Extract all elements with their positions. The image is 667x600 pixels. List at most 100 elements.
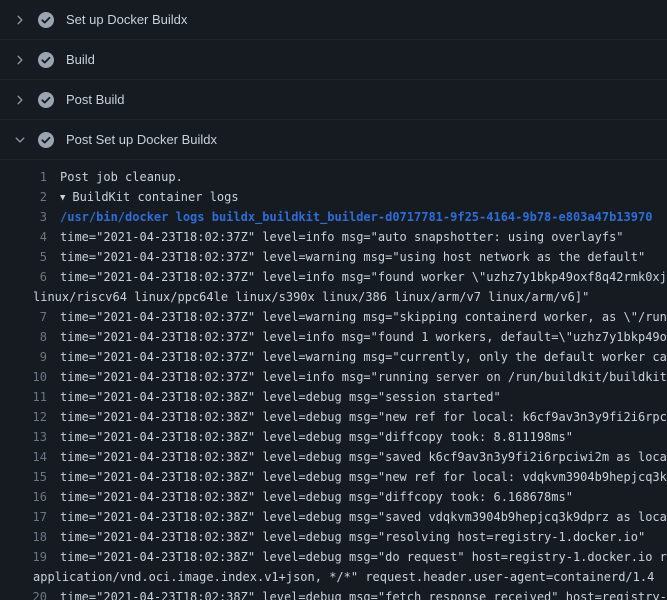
line-number-link[interactable]: 9 [0,347,60,367]
log-line: 16 time="2021-04-23T18:02:38Z" level=deb… [0,487,667,507]
log-text: time="2021-04-23T18:02:37Z" level=warnin… [60,347,667,367]
line-number-link[interactable]: 12 [0,407,60,427]
line-number-link[interactable] [0,567,33,587]
log-text-content: time="2021-04-23T18:02:38Z" level=debug … [60,430,573,444]
line-number-link[interactable]: 5 [0,247,60,267]
log-text-content: time="2021-04-23T18:02:38Z" level=debug … [60,550,667,564]
log-text-content: time="2021-04-23T18:02:37Z" level=warnin… [60,310,667,324]
log-line: 7 time="2021-04-23T18:02:37Z" level=warn… [0,307,667,327]
log-line: 18 time="2021-04-23T18:02:38Z" level=deb… [0,527,667,547]
line-number-link[interactable]: 7 [0,307,60,327]
line-number-link[interactable]: 4 [0,227,60,247]
line-number-link[interactable] [0,287,33,307]
line-number-link[interactable]: 15 [0,467,60,487]
log-text: time="2021-04-23T18:02:37Z" level=info m… [60,367,667,387]
log-text-content: time="2021-04-23T18:02:37Z" level=info m… [60,270,667,284]
log-line: linux/riscv64 linux/ppc64le linux/s390x … [0,287,667,307]
log-text-content: time="2021-04-23T18:02:38Z" level=debug … [60,470,667,484]
line-number-link[interactable]: 17 [0,507,60,527]
line-number-link[interactable]: 10 [0,367,60,387]
log-text-content: application/vnd.oci.image.index.v1+json,… [33,570,654,584]
line-number-link[interactable]: 16 [0,487,60,507]
line-number-link[interactable]: 14 [0,447,60,467]
chevron-right-icon [12,92,28,108]
log-line: 12 time="2021-04-23T18:02:38Z" level=deb… [0,407,667,427]
step-label: Post Build [66,92,125,108]
log-text: time="2021-04-23T18:02:37Z" level=warnin… [60,307,667,327]
log-line: 11 time="2021-04-23T18:02:38Z" level=deb… [0,387,667,407]
log-line: application/vnd.oci.image.index.v1+json,… [0,567,667,587]
log-line: 5 time="2021-04-23T18:02:37Z" level=warn… [0,247,667,267]
success-check-icon [38,92,54,108]
log-text: time="2021-04-23T18:02:38Z" level=debug … [60,427,667,447]
log-text-content: time="2021-04-23T18:02:38Z" level=debug … [60,390,501,404]
log-text: time="2021-04-23T18:02:38Z" level=debug … [60,407,667,427]
log-text-content: BuildKit container logs [72,190,238,204]
step-label: Post Set up Docker Buildx [66,132,217,148]
log-text: time="2021-04-23T18:02:38Z" level=debug … [60,387,667,407]
success-check-icon [38,12,54,28]
group-caret-icon: ▼ [60,188,65,207]
actions-log-viewer: Set up Docker Buildx Build Post Build Po… [0,0,667,600]
log-text-content: time="2021-04-23T18:02:38Z" level=debug … [60,510,667,524]
log-line: 17 time="2021-04-23T18:02:38Z" level=deb… [0,507,667,527]
line-number-link[interactable]: 1 [0,167,60,187]
step-label: Set up Docker Buildx [66,12,187,28]
log-scroll-area[interactable]: 1 Post job cleanup. 2 ▼ BuildKit containe… [0,160,667,600]
log-text: time="2021-04-23T18:02:37Z" level=info m… [60,327,667,347]
step-row[interactable]: Build [0,40,667,80]
log-text: time="2021-04-23T18:02:37Z" level=info m… [60,227,667,247]
log-line: 1 Post job cleanup. [0,167,667,187]
line-number-link[interactable]: 2 [0,187,60,207]
line-number-link[interactable]: 3 [0,207,60,227]
log-line: 6 time="2021-04-23T18:02:37Z" level=info… [0,267,667,287]
log-line: 20 time="2021-04-23T18:02:38Z" level=deb… [0,587,667,600]
line-number-link[interactable]: 20 [0,587,60,600]
log-text: time="2021-04-23T18:02:38Z" level=debug … [60,507,667,527]
log-line: 2 ▼ BuildKit container logs [0,187,667,207]
log-text-content: time="2021-04-23T18:02:38Z" level=debug … [60,490,573,504]
log-line: 8 time="2021-04-23T18:02:37Z" level=info… [0,327,667,347]
log-line: 3 /usr/bin/docker logs buildx_buildkit_b… [0,207,667,227]
line-number-link[interactable]: 18 [0,527,60,547]
line-number-link[interactable]: 11 [0,387,60,407]
log-line: 14 time="2021-04-23T18:02:38Z" level=deb… [0,447,667,467]
log-line: 15 time="2021-04-23T18:02:38Z" level=deb… [0,467,667,487]
log-text-content: time="2021-04-23T18:02:37Z" level=info m… [60,370,667,384]
log-line: 10 time="2021-04-23T18:02:37Z" level=inf… [0,367,667,387]
step-label: Build [66,52,95,68]
log-line: 19 time="2021-04-23T18:02:38Z" level=deb… [0,547,667,567]
log-text: time="2021-04-23T18:02:38Z" level=debug … [60,587,667,600]
line-number-link[interactable]: 8 [0,327,60,347]
log-text-content: time="2021-04-23T18:02:37Z" level=warnin… [60,350,667,364]
log-text-content: time="2021-04-23T18:02:38Z" level=debug … [60,590,667,600]
step-row[interactable]: Post Build [0,80,667,120]
log-text-content: time="2021-04-23T18:02:38Z" level=debug … [60,450,667,464]
log-text: time="2021-04-23T18:02:38Z" level=debug … [60,527,667,547]
log-text-content: time="2021-04-23T18:02:38Z" level=debug … [60,530,645,544]
log-text-content: time="2021-04-23T18:02:37Z" level=info m… [60,230,624,244]
log-text: time="2021-04-23T18:02:38Z" level=debug … [60,467,667,487]
log-text: application/vnd.oci.image.index.v1+json,… [33,567,667,587]
log-text: time="2021-04-23T18:02:37Z" level=warnin… [60,247,667,267]
step-row[interactable]: Post Set up Docker Buildx [0,120,667,160]
log-text-content: /usr/bin/docker logs buildx_buildkit_bui… [60,210,652,224]
log-line: 4 time="2021-04-23T18:02:37Z" level=info… [0,227,667,247]
log-line: 9 time="2021-04-23T18:02:37Z" level=warn… [0,347,667,367]
line-number-link[interactable]: 6 [0,267,60,287]
log-text: linux/riscv64 linux/ppc64le linux/s390x … [33,287,667,307]
log-text: time="2021-04-23T18:02:37Z" level=info m… [60,267,667,287]
log-text-content: time="2021-04-23T18:02:37Z" level=warnin… [60,250,645,264]
success-check-icon [38,132,54,148]
log-text: time="2021-04-23T18:02:38Z" level=debug … [60,547,667,567]
line-number-link[interactable]: 13 [0,427,60,447]
log-text: Post job cleanup. [60,167,667,187]
log-text: time="2021-04-23T18:02:38Z" level=debug … [60,487,667,507]
log-group-toggle[interactable]: ▼ BuildKit container logs [60,187,667,207]
log-text-content: time="2021-04-23T18:02:37Z" level=info m… [60,330,667,344]
step-row[interactable]: Set up Docker Buildx [0,0,667,40]
log-text: /usr/bin/docker logs buildx_buildkit_bui… [60,207,667,227]
success-check-icon [38,52,54,68]
line-number-link[interactable]: 19 [0,547,60,567]
log-text-content: Post job cleanup. [60,170,183,184]
